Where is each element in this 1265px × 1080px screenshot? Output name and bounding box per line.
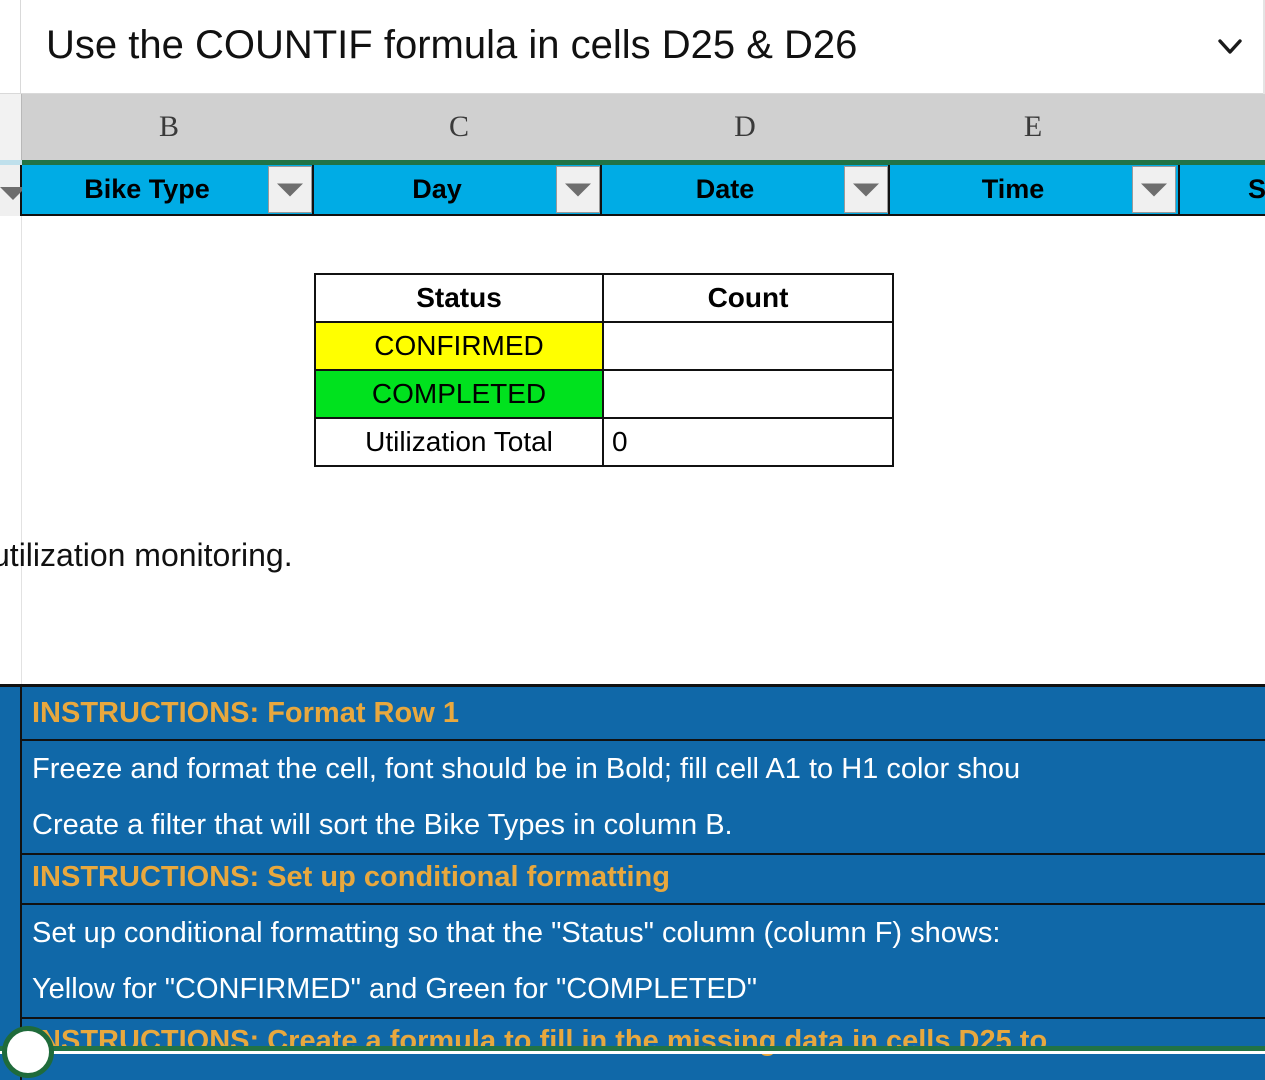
instruction-line: Set up conditional formatting so that th… bbox=[32, 917, 1001, 949]
header-label-day: Day bbox=[412, 174, 462, 204]
instruction-block-format-row-1: INSTRUCTIONS: Format Row 1 Freeze and fo… bbox=[22, 687, 1265, 855]
instruction-line: Create a filter that will sort the Bike … bbox=[32, 809, 733, 841]
instruction-line: Use the COUNTIF formula in cells D25 & D… bbox=[32, 1069, 1265, 1080]
table-row[interactable]: COMPLETED bbox=[314, 369, 894, 419]
filter-button-bike-type[interactable] bbox=[268, 166, 312, 213]
header-label-bike-type: Bike Type bbox=[84, 174, 210, 204]
select-all-corner[interactable] bbox=[0, 94, 22, 160]
instructions-gutter bbox=[0, 687, 22, 1080]
instruction-body: Use the COUNTIF formula in cells D25 & D… bbox=[22, 1069, 1265, 1080]
status-count-table: Status Count CONFIRMED COMPLETED Utiliza… bbox=[314, 273, 894, 467]
instruction-heading: INSTRUCTIONS: Format Row 1 bbox=[22, 687, 1265, 741]
body-left-divider bbox=[21, 216, 22, 684]
filter-button-day[interactable] bbox=[556, 166, 600, 213]
instruction-body: Set up conditional formatting so that th… bbox=[22, 905, 1265, 1019]
column-header-status: Status bbox=[314, 273, 604, 323]
formula-bar[interactable]: Use the COUNTIF formula in cells D25 & D… bbox=[0, 0, 1265, 94]
cell-count-completed[interactable] bbox=[602, 369, 894, 419]
cell-count-utilization-total[interactable]: 0 bbox=[602, 417, 894, 467]
column-header-count: Count bbox=[602, 273, 894, 323]
formula-bar-left-divider bbox=[20, 0, 21, 94]
cell-status-completed[interactable]: COMPLETED bbox=[314, 369, 604, 419]
instruction-line: Yellow for "CONFIRMED" and Green for "CO… bbox=[32, 973, 758, 1005]
filter-dropdown-icon bbox=[1141, 183, 1167, 196]
filter-dropdown-icon bbox=[853, 183, 879, 196]
column-header-e[interactable]: E bbox=[924, 94, 1142, 160]
filter-dropdown-icon bbox=[565, 183, 591, 196]
cursor-circle-indicator bbox=[2, 1026, 54, 1078]
instruction-body: Freeze and format the cell, font should … bbox=[22, 741, 1265, 855]
cell-status-confirmed[interactable]: CONFIRMED bbox=[314, 321, 604, 371]
chevron-down-icon[interactable] bbox=[1206, 30, 1254, 64]
column-header-c[interactable]: C bbox=[350, 94, 568, 160]
instruction-heading: INSTRUCTIONS: Set up conditional formatt… bbox=[22, 851, 1265, 905]
instruction-block-conditional-formatting: INSTRUCTIONS: Set up conditional formatt… bbox=[22, 851, 1265, 1019]
spreadsheet-screen: Use the COUNTIF formula in cells D25 & D… bbox=[0, 0, 1265, 1080]
header-label-status: S bbox=[1248, 174, 1265, 204]
instruction-line: Freeze and format the cell, font should … bbox=[32, 753, 1021, 785]
instructions-panel: INSTRUCTIONS: Format Row 1 Freeze and fo… bbox=[0, 684, 1265, 1080]
worksheet-free-text: utilization monitoring. bbox=[0, 537, 293, 573]
table-row[interactable]: Utilization Total 0 bbox=[314, 417, 894, 467]
column-header-d[interactable]: D bbox=[636, 94, 854, 160]
selection-border-inner bbox=[0, 1051, 1265, 1054]
filter-dropdown-icon bbox=[277, 183, 303, 196]
instruction-heading: INSTRUCTIONS: Create a formula to fill i… bbox=[32, 1025, 1048, 1057]
table-header-row-status: Status Count bbox=[314, 273, 894, 323]
cell-count-confirmed[interactable] bbox=[602, 321, 894, 371]
row-header-gutter[interactable] bbox=[0, 165, 26, 216]
cell-status-utilization-total[interactable]: Utilization Total bbox=[314, 417, 604, 467]
filter-button-date[interactable] bbox=[844, 166, 888, 213]
table-row[interactable]: CONFIRMED bbox=[314, 321, 894, 371]
formula-bar-text: Use the COUNTIF formula in cells D25 & D… bbox=[46, 23, 858, 67]
header-label-time: Time bbox=[981, 174, 1045, 204]
column-header-b[interactable]: B bbox=[60, 94, 278, 160]
filter-button-time[interactable] bbox=[1132, 166, 1176, 213]
header-label-date: Date bbox=[695, 174, 755, 204]
